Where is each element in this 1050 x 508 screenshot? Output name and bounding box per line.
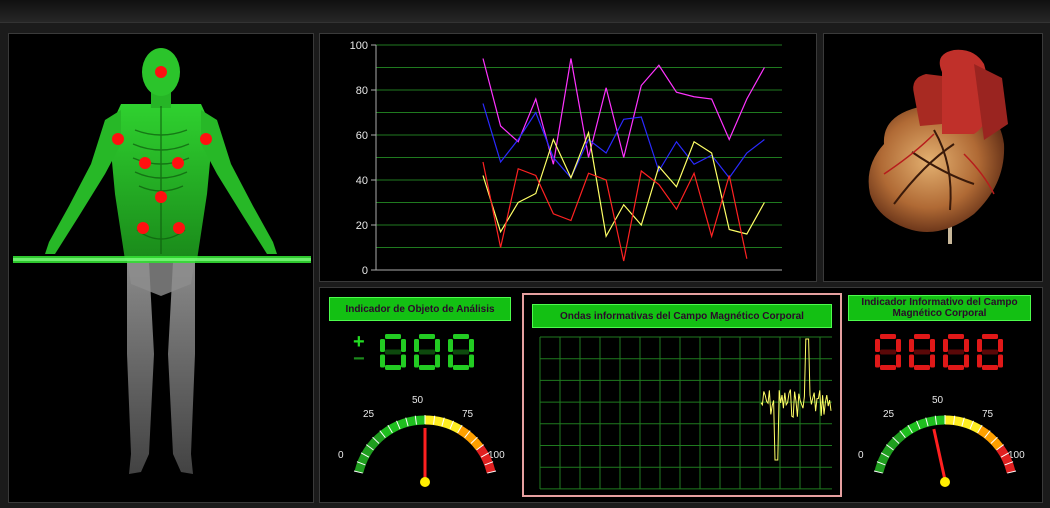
gauge-75-label: 75 bbox=[462, 409, 474, 420]
lcd-segment bbox=[380, 339, 385, 352]
lcd-segment bbox=[896, 354, 901, 368]
lcd-segment bbox=[964, 354, 969, 368]
lcd-segment bbox=[880, 334, 896, 339]
lcd-segment bbox=[453, 349, 469, 355]
info-lcd-display: 8888 bbox=[875, 332, 1015, 372]
gauge-min-label: 0 bbox=[858, 450, 864, 461]
series-line-4 bbox=[482, 161, 748, 262]
lcd-segment bbox=[998, 354, 1003, 368]
info-indicator-title: Indicador Informativo del Campo Magnétic… bbox=[848, 295, 1031, 321]
indicators-panel: Indicador de Objeto de Análisis + − 888 … bbox=[319, 287, 1043, 503]
lcd-segment bbox=[419, 334, 435, 339]
y-tick-label: 0 bbox=[362, 265, 368, 277]
series-line-3 bbox=[482, 130, 765, 239]
lcd-segment bbox=[435, 339, 440, 352]
analysis-lcd-display: 888 bbox=[380, 332, 480, 372]
lcd-segment bbox=[982, 334, 998, 339]
y-tick-label: 100 bbox=[350, 40, 368, 52]
lcd-segment bbox=[909, 339, 914, 352]
lcd-segment bbox=[914, 349, 930, 355]
y-tick-label: 60 bbox=[356, 130, 368, 142]
lcd-segment bbox=[414, 354, 419, 368]
lcd-segment bbox=[380, 354, 385, 368]
lcd-segment bbox=[998, 339, 1003, 352]
lcd-segment bbox=[469, 354, 474, 368]
lcd-segment bbox=[448, 354, 453, 368]
gauge-50-label: 50 bbox=[932, 395, 944, 406]
lcd-segment bbox=[943, 339, 948, 352]
gauge-25-label: 25 bbox=[883, 409, 895, 420]
series-line-1 bbox=[482, 58, 765, 165]
lcd-segment bbox=[909, 354, 914, 368]
gauge-hub bbox=[940, 477, 950, 487]
lcd-segment bbox=[964, 339, 969, 352]
lcd-segment bbox=[948, 334, 964, 339]
lcd-segment bbox=[453, 334, 469, 339]
chart-panel: 0 20 40 60 80 100 bbox=[319, 33, 817, 282]
wave-panel-title: Ondas informativas del Campo Magnético C… bbox=[532, 304, 832, 328]
body-scan-panel bbox=[8, 33, 314, 503]
heart-panel bbox=[823, 33, 1043, 282]
gauge-50-label: 50 bbox=[412, 395, 424, 406]
lcd-segment bbox=[948, 349, 964, 355]
anatomical-heart-icon bbox=[868, 49, 1008, 244]
lcd-segment bbox=[896, 339, 901, 352]
lcd-segment bbox=[419, 349, 435, 355]
analysis-indicator-title: Indicador de Objeto de Análisis bbox=[329, 297, 511, 321]
lcd-segment bbox=[385, 334, 401, 339]
gauge-min-label: 0 bbox=[338, 450, 344, 461]
lcd-segment bbox=[914, 334, 930, 339]
lcd-segment bbox=[385, 349, 401, 355]
lcd-segment bbox=[880, 365, 896, 370]
lcd-segment bbox=[875, 354, 880, 368]
minus-sign: − bbox=[353, 348, 365, 370]
line-chart: 0 20 40 60 80 100 bbox=[350, 40, 782, 277]
lcd-segment bbox=[977, 339, 982, 352]
lcd-segment bbox=[448, 339, 453, 352]
lcd-segment bbox=[943, 354, 948, 368]
lcd-segment bbox=[414, 339, 419, 352]
y-tick-label: 40 bbox=[356, 175, 368, 187]
lcd-segment bbox=[930, 339, 935, 352]
human-body-scan-icon bbox=[13, 48, 311, 474]
lcd-segment bbox=[469, 339, 474, 352]
lcd-segment bbox=[948, 365, 964, 370]
lcd-segment bbox=[982, 365, 998, 370]
lcd-segment bbox=[977, 354, 982, 368]
lcd-segment bbox=[875, 339, 880, 352]
lcd-segment bbox=[982, 349, 998, 355]
gauge-25-label: 25 bbox=[363, 409, 375, 420]
lcd-segment bbox=[401, 354, 406, 368]
gauge-needle bbox=[932, 428, 947, 481]
y-tick-label: 20 bbox=[356, 220, 368, 232]
lcd-segment bbox=[385, 365, 401, 370]
lcd-segment bbox=[930, 354, 935, 368]
lcd-segment bbox=[435, 354, 440, 368]
gauge-75-label: 75 bbox=[982, 409, 994, 420]
lcd-segment bbox=[880, 349, 896, 355]
lcd-segment bbox=[401, 339, 406, 352]
gauge-hub bbox=[420, 477, 430, 487]
lcd-segment bbox=[453, 365, 469, 370]
analysis-gauge: 0 25 50 75 100 bbox=[338, 395, 505, 487]
y-tick-label: 80 bbox=[356, 85, 368, 97]
series-line-2 bbox=[482, 103, 765, 179]
info-gauge: 0 25 50 75 100 bbox=[858, 395, 1025, 487]
lcd-segment bbox=[914, 365, 930, 370]
top-bar bbox=[0, 0, 1050, 23]
lcd-segment bbox=[419, 365, 435, 370]
